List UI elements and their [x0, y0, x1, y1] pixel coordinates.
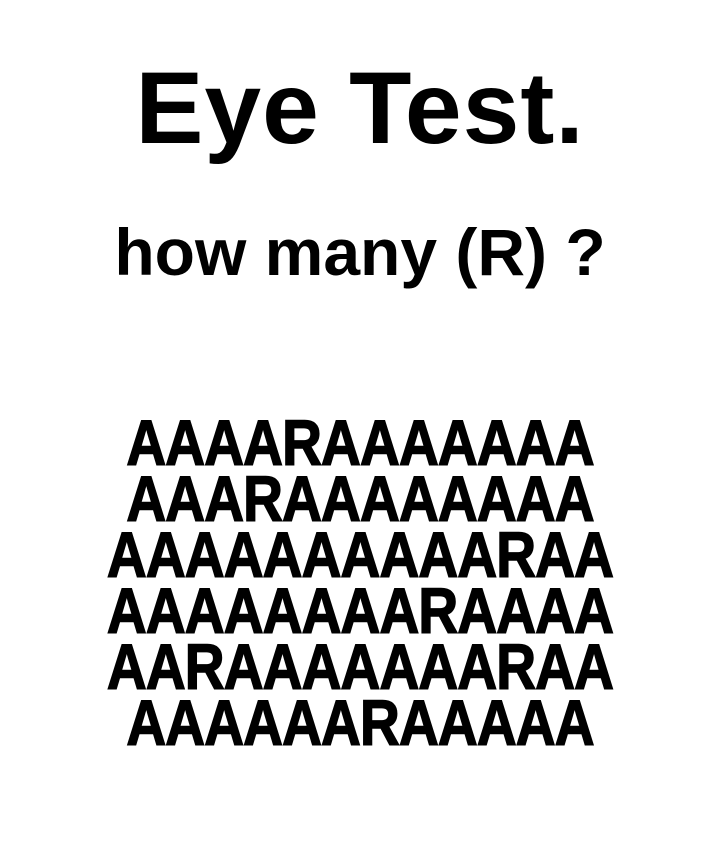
letter-grid: AAAARAAAAAAA AAARAAAAAAAA AAAAAAAAAARAA …	[0, 410, 720, 759]
question-text: how many (R) ?	[114, 215, 606, 289]
page-title: Eye Test.	[135, 51, 585, 165]
letter-row: AAAAAARAAAAA	[126, 687, 595, 759]
